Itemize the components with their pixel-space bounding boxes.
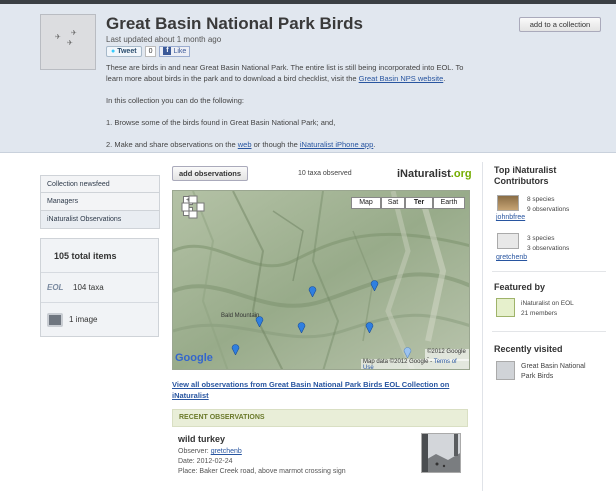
- add-to-collection-button[interactable]: add to a collection: [519, 17, 601, 32]
- map-type-earth[interactable]: Earth: [433, 197, 465, 209]
- collection-stats: 105 total items EOL 104 taxa 1 image: [40, 238, 159, 337]
- map-marker[interactable]: [403, 346, 412, 358]
- map-marker[interactable]: [365, 321, 374, 333]
- twitter-bird-icon: ●: [111, 47, 116, 55]
- eol-icon: EOL: [47, 283, 64, 292]
- observation-name[interactable]: wild turkey: [178, 434, 346, 444]
- tweet-label: Tweet: [117, 47, 137, 55]
- observations-map[interactable]: + − Map Sat Ter Earth Bald Mountain Goog…: [172, 190, 470, 370]
- observation-place: Place: Baker Creek road, above marmot cr…: [178, 468, 346, 475]
- social-buttons: ● Tweet 0 f Like: [106, 45, 191, 57]
- nav-inaturalist-observations[interactable]: iNaturalist Observations: [40, 211, 160, 229]
- bird-icon: ✈: [55, 34, 61, 41]
- featured-members: 21 members: [521, 310, 558, 317]
- left-nav: Collection newsfeed Managers iNaturalist…: [40, 175, 160, 229]
- view-all-observations-link[interactable]: View all observations from Great Basin N…: [172, 379, 470, 401]
- recent-collection-link[interactable]: Great Basin National Park Birds: [521, 362, 601, 382]
- bird-icon: ✈: [67, 40, 73, 47]
- logo-suffix: .org: [450, 168, 472, 180]
- observation-observer: Observer: gretchenb: [178, 447, 346, 457]
- great-basin-nps-link[interactable]: Great Basin NPS website: [359, 74, 444, 83]
- contrib-observations: 9 observations: [527, 206, 570, 213]
- map-marker[interactable]: [297, 321, 306, 333]
- facebook-icon: f: [163, 47, 172, 55]
- top-contributors-title: Top iNaturalist Contributors: [494, 165, 557, 186]
- tweet-count: 0: [144, 45, 157, 57]
- image-label: 1 image: [69, 315, 98, 324]
- observer-label: Observer:: [178, 448, 211, 455]
- contrib-species: 8 species: [527, 196, 555, 203]
- like-button[interactable]: f Like: [159, 45, 191, 57]
- web-link[interactable]: web: [238, 140, 252, 149]
- tweet-button[interactable]: ● Tweet: [106, 45, 142, 57]
- observer-link[interactable]: gretchenb: [211, 448, 242, 455]
- divider: [492, 331, 606, 332]
- bird-icon: ✈: [71, 30, 77, 37]
- right-sidebar: Top iNaturalist Contributors: [494, 165, 606, 187]
- pan-control-icon[interactable]: [181, 195, 205, 219]
- nav-collection-newsfeed[interactable]: Collection newsfeed: [40, 175, 160, 193]
- column-divider: [482, 162, 483, 491]
- map-type-map[interactable]: Map: [351, 197, 381, 209]
- collection-thumbnail: ✈ ✈ ✈: [40, 14, 96, 70]
- map-zoom-control: + −: [181, 195, 205, 219]
- description-text: 2. Make and share observations on the: [106, 140, 238, 149]
- taxa-count[interactable]: EOL 104 taxa: [41, 273, 158, 303]
- contributor-gretchenb[interactable]: gretchenb: [496, 254, 527, 261]
- map-type-ter[interactable]: Ter: [405, 197, 433, 209]
- last-updated: Last updated about 1 month ago: [106, 35, 222, 44]
- total-items[interactable]: 105 total items: [41, 239, 158, 273]
- recent-observations-header: RECENT OBSERVATIONS: [172, 409, 468, 427]
- avatar-johnbfree[interactable]: [497, 195, 519, 211]
- map-marker[interactable]: [231, 343, 240, 355]
- observation-item: wild turkey Observer: gretchenb Date: 20…: [178, 434, 346, 477]
- contrib-species: 3 species: [527, 235, 555, 242]
- map-data-attribution: Map data ©2012 Google - Terms of Use: [361, 359, 469, 369]
- description-text: .: [373, 140, 376, 149]
- google-logo: Google: [175, 352, 213, 364]
- recent-collection-thumbnail[interactable]: [496, 361, 515, 380]
- collection-description: These are birds in and near Great Basin …: [106, 62, 480, 161]
- page-title: Great Basin National Park Birds: [106, 14, 363, 33]
- recently-visited-title: Recently visited: [494, 344, 563, 354]
- image-count[interactable]: 1 image: [41, 303, 158, 336]
- image-icon: [47, 312, 63, 327]
- taxa-label: 104 taxa: [73, 283, 104, 292]
- description-text: or though the: [251, 140, 300, 149]
- observation-photo-image: [422, 434, 460, 472]
- add-observations-button[interactable]: add observations: [172, 166, 248, 181]
- observation-date: Date: 2012-02-24: [178, 458, 233, 465]
- inaturalist-eol-avatar[interactable]: [496, 298, 515, 317]
- contributor-johnbfree[interactable]: johnbfree: [496, 214, 525, 221]
- map-marker[interactable]: [370, 279, 379, 291]
- like-label: Like: [173, 47, 187, 55]
- nav-managers[interactable]: Managers: [40, 193, 160, 211]
- description-text: .: [443, 74, 446, 83]
- featured-by-title: Featured by: [494, 282, 546, 292]
- featured-name[interactable]: iNaturalist on EOL: [521, 299, 574, 308]
- avatar-gretchenb[interactable]: [497, 233, 519, 249]
- map-marker[interactable]: [308, 285, 317, 297]
- description-text: In this collection you can do the follow…: [106, 96, 244, 105]
- map-place-label: Bald Mountain: [221, 313, 260, 319]
- logo-text: iNaturalist: [397, 168, 451, 180]
- iphone-app-link[interactable]: iNaturalist iPhone app: [300, 140, 373, 149]
- observation-photo[interactable]: [421, 433, 461, 473]
- taxa-observed: 10 taxa observed: [298, 170, 352, 177]
- description-text: 1. Browse some of the birds found in Gre…: [106, 118, 336, 127]
- collection-header: ✈ ✈ ✈ Great Basin National Park Birds La…: [0, 4, 616, 153]
- contrib-observations: 3 observations: [527, 245, 570, 252]
- terrain-map: [173, 191, 469, 369]
- inaturalist-logo[interactable]: iNaturalist.org: [397, 168, 472, 180]
- divider: [492, 271, 606, 272]
- map-type-sat[interactable]: Sat: [381, 197, 405, 209]
